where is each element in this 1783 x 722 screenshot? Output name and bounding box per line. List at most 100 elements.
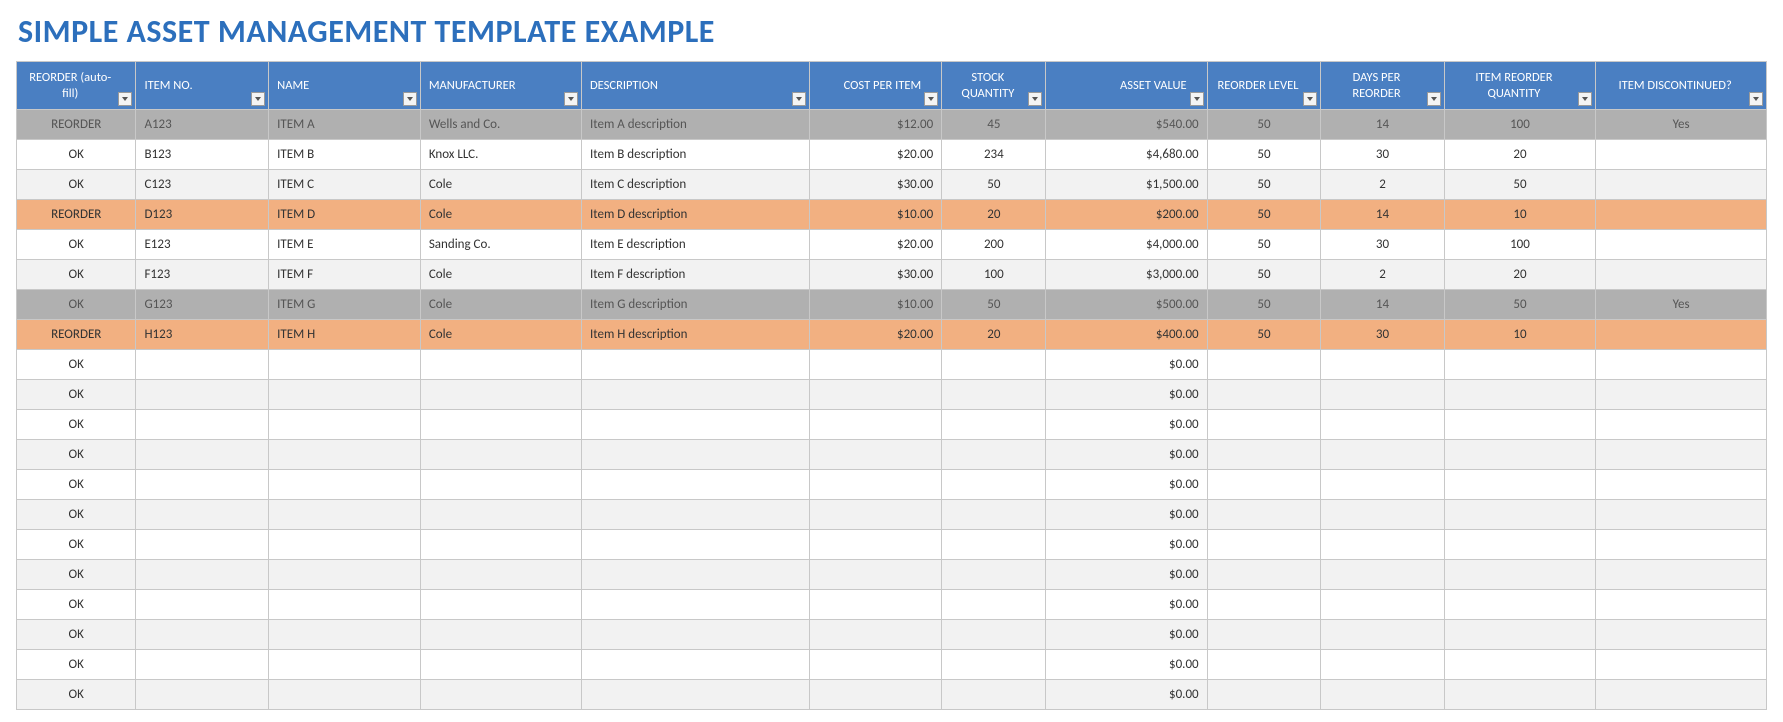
cell-reqty[interactable]: 10 bbox=[1444, 320, 1596, 350]
cell-stock[interactable] bbox=[942, 590, 1046, 620]
cell-item_no[interactable] bbox=[136, 680, 269, 710]
cell-disc[interactable] bbox=[1596, 170, 1767, 200]
cell-item_no[interactable]: H123 bbox=[136, 320, 269, 350]
cell-reqty[interactable]: 50 bbox=[1444, 290, 1596, 320]
cell-desc[interactable]: Item G description bbox=[581, 290, 809, 320]
cell-level[interactable] bbox=[1207, 500, 1321, 530]
cell-level[interactable] bbox=[1207, 680, 1321, 710]
cell-mfr[interactable] bbox=[420, 440, 581, 470]
cell-mfr[interactable]: Cole bbox=[420, 260, 581, 290]
cell-item_no[interactable]: C123 bbox=[136, 170, 269, 200]
cell-reqty[interactable] bbox=[1444, 350, 1596, 380]
cell-asset[interactable]: $0.00 bbox=[1046, 530, 1207, 560]
cell-level[interactable]: 50 bbox=[1207, 200, 1321, 230]
cell-cost[interactable]: $20.00 bbox=[809, 320, 942, 350]
cell-mfr[interactable] bbox=[420, 470, 581, 500]
filter-dropdown-icon[interactable] bbox=[251, 92, 265, 106]
cell-name[interactable] bbox=[269, 560, 421, 590]
cell-mfr[interactable] bbox=[420, 350, 581, 380]
column-header-asset[interactable]: ASSET VALUE bbox=[1046, 62, 1207, 110]
cell-reorder[interactable]: OK bbox=[17, 380, 136, 410]
cell-reqty[interactable]: 20 bbox=[1444, 260, 1596, 290]
cell-cost[interactable] bbox=[809, 500, 942, 530]
cell-asset[interactable]: $400.00 bbox=[1046, 320, 1207, 350]
cell-disc[interactable] bbox=[1596, 680, 1767, 710]
cell-item_no[interactable] bbox=[136, 620, 269, 650]
cell-name[interactable] bbox=[269, 650, 421, 680]
cell-days[interactable]: 14 bbox=[1321, 290, 1444, 320]
cell-cost[interactable]: $30.00 bbox=[809, 170, 942, 200]
filter-dropdown-icon[interactable] bbox=[792, 92, 806, 106]
column-header-reorder[interactable]: REORDER (auto-fill) bbox=[17, 62, 136, 110]
cell-reqty[interactable]: 100 bbox=[1444, 230, 1596, 260]
cell-stock[interactable] bbox=[942, 620, 1046, 650]
cell-cost[interactable] bbox=[809, 620, 942, 650]
cell-name[interactable]: ITEM D bbox=[269, 200, 421, 230]
cell-name[interactable] bbox=[269, 590, 421, 620]
cell-item_no[interactable]: B123 bbox=[136, 140, 269, 170]
cell-days[interactable] bbox=[1321, 620, 1444, 650]
cell-desc[interactable] bbox=[581, 500, 809, 530]
cell-reqty[interactable] bbox=[1444, 530, 1596, 560]
cell-level[interactable] bbox=[1207, 530, 1321, 560]
cell-desc[interactable]: Item E description bbox=[581, 230, 809, 260]
cell-reorder[interactable]: OK bbox=[17, 560, 136, 590]
cell-reqty[interactable] bbox=[1444, 620, 1596, 650]
cell-item_no[interactable] bbox=[136, 470, 269, 500]
cell-name[interactable] bbox=[269, 470, 421, 500]
cell-days[interactable] bbox=[1321, 530, 1444, 560]
cell-reqty[interactable]: 20 bbox=[1444, 140, 1596, 170]
filter-dropdown-icon[interactable] bbox=[403, 92, 417, 106]
cell-asset[interactable]: $0.00 bbox=[1046, 650, 1207, 680]
cell-name[interactable]: ITEM G bbox=[269, 290, 421, 320]
cell-reorder[interactable]: REORDER bbox=[17, 320, 136, 350]
cell-cost[interactable] bbox=[809, 650, 942, 680]
cell-reqty[interactable]: 100 bbox=[1444, 110, 1596, 140]
cell-desc[interactable]: Item D description bbox=[581, 200, 809, 230]
cell-item_no[interactable]: A123 bbox=[136, 110, 269, 140]
cell-cost[interactable]: $10.00 bbox=[809, 200, 942, 230]
cell-item_no[interactable] bbox=[136, 500, 269, 530]
cell-days[interactable]: 14 bbox=[1321, 110, 1444, 140]
cell-name[interactable] bbox=[269, 350, 421, 380]
cell-level[interactable] bbox=[1207, 350, 1321, 380]
cell-reorder[interactable]: OK bbox=[17, 650, 136, 680]
cell-stock[interactable]: 100 bbox=[942, 260, 1046, 290]
cell-disc[interactable]: Yes bbox=[1596, 110, 1767, 140]
cell-cost[interactable] bbox=[809, 470, 942, 500]
cell-desc[interactable]: Item H description bbox=[581, 320, 809, 350]
filter-dropdown-icon[interactable] bbox=[924, 92, 938, 106]
cell-name[interactable] bbox=[269, 530, 421, 560]
cell-asset[interactable]: $0.00 bbox=[1046, 350, 1207, 380]
cell-name[interactable]: ITEM H bbox=[269, 320, 421, 350]
cell-days[interactable]: 30 bbox=[1321, 320, 1444, 350]
cell-reorder[interactable]: OK bbox=[17, 140, 136, 170]
cell-asset[interactable]: $0.00 bbox=[1046, 560, 1207, 590]
cell-disc[interactable] bbox=[1596, 140, 1767, 170]
cell-mfr[interactable] bbox=[420, 530, 581, 560]
column-header-days[interactable]: DAYS PER REORDER bbox=[1321, 62, 1444, 110]
cell-disc[interactable] bbox=[1596, 620, 1767, 650]
cell-level[interactable] bbox=[1207, 470, 1321, 500]
cell-reorder[interactable]: OK bbox=[17, 470, 136, 500]
cell-desc[interactable] bbox=[581, 680, 809, 710]
cell-days[interactable] bbox=[1321, 590, 1444, 620]
cell-reqty[interactable] bbox=[1444, 560, 1596, 590]
cell-days[interactable] bbox=[1321, 410, 1444, 440]
filter-dropdown-icon[interactable] bbox=[1749, 92, 1763, 106]
column-header-disc[interactable]: ITEM DISCONTINUED? bbox=[1596, 62, 1767, 110]
cell-desc[interactable] bbox=[581, 650, 809, 680]
cell-level[interactable]: 50 bbox=[1207, 260, 1321, 290]
cell-item_no[interactable]: E123 bbox=[136, 230, 269, 260]
cell-days[interactable] bbox=[1321, 350, 1444, 380]
cell-name[interactable] bbox=[269, 500, 421, 530]
cell-item_no[interactable] bbox=[136, 650, 269, 680]
cell-mfr[interactable] bbox=[420, 620, 581, 650]
cell-asset[interactable]: $0.00 bbox=[1046, 410, 1207, 440]
cell-cost[interactable] bbox=[809, 680, 942, 710]
cell-level[interactable] bbox=[1207, 410, 1321, 440]
cell-days[interactable] bbox=[1321, 380, 1444, 410]
filter-dropdown-icon[interactable] bbox=[1578, 92, 1592, 106]
filter-dropdown-icon[interactable] bbox=[564, 92, 578, 106]
cell-days[interactable]: 30 bbox=[1321, 140, 1444, 170]
